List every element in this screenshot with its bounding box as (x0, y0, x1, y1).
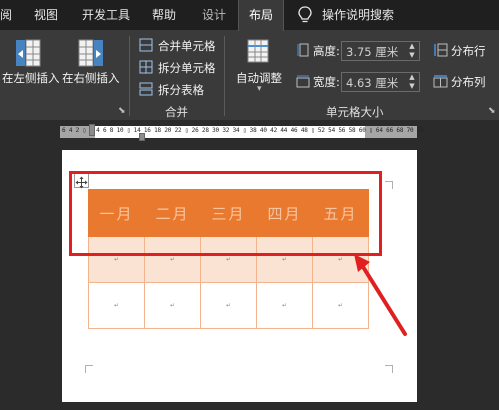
merge-cells-icon (139, 38, 153, 52)
split-table-button[interactable]: 拆分表格 (158, 82, 204, 98)
distribute-columns-icon (433, 75, 448, 88)
split-table-icon (139, 82, 153, 96)
width-label: 宽度: (313, 75, 340, 89)
margin-corner-mark (85, 365, 93, 373)
tab-view[interactable]: 视图 (34, 0, 58, 31)
merge-group-label: 合并 (165, 105, 188, 119)
height-stepper[interactable]: 3.75 厘米 ▲ ▼ (341, 41, 420, 61)
tell-me-search[interactable]: 操作说明搜索 (322, 0, 394, 31)
tab-help[interactable]: 帮助 (152, 0, 176, 31)
table-row[interactable]: ↵ ↵ ↵ ↵ ↵ (88, 282, 369, 329)
height-value[interactable]: 3.75 厘米 (346, 44, 398, 60)
dialog-launcher-icon[interactable]: ⬊ (488, 106, 496, 116)
cell-size-group-label: 单元格大小 (326, 105, 384, 119)
spin-down-icon[interactable]: ▼ (407, 51, 417, 60)
distribute-columns-button[interactable]: 分布列 (451, 74, 486, 90)
table-cell[interactable]: ↵ (256, 282, 313, 329)
tab-design[interactable]: 设计 (202, 0, 226, 31)
insert-left-button[interactable]: 在左侧插入 (2, 70, 60, 86)
dialog-launcher-icon[interactable]: ⬊ (118, 106, 126, 116)
insert-right-button[interactable]: 在右侧插入 (62, 70, 120, 86)
distribute-rows-icon (434, 43, 448, 57)
table-cell[interactable]: ↵ (144, 282, 201, 329)
merge-cells-button[interactable]: 合并单元格 (158, 38, 216, 54)
autofit-icon (247, 39, 269, 63)
tab-developer[interactable]: 开发工具 (82, 0, 130, 31)
table-cell[interactable]: ↵ (88, 282, 145, 329)
width-stepper[interactable]: 4.63 厘米 ▲ ▼ (341, 72, 420, 92)
chevron-down-icon[interactable]: ▾ (257, 84, 262, 94)
tab-review[interactable]: 阅 (0, 0, 12, 31)
insert-right-icon (78, 39, 103, 67)
tab-layout[interactable]: 布局 (238, 0, 284, 31)
group-divider (224, 36, 225, 116)
margin-corner-mark (385, 181, 393, 189)
lightbulb-icon[interactable] (296, 5, 314, 25)
spin-up-icon[interactable]: ▲ (407, 73, 417, 82)
height-label: 高度: (313, 44, 340, 58)
column-width-icon (296, 75, 310, 88)
ribbon-tab-bar: 阅 视图 开发工具 帮助 设计 布局 操作说明搜索 (0, 0, 499, 31)
annotation-arrow (354, 254, 407, 336)
split-cells-button[interactable]: 拆分单元格 (158, 60, 216, 76)
spin-down-icon[interactable]: ▼ (407, 82, 417, 91)
row-height-icon (297, 43, 309, 57)
table-cell[interactable]: ↵ (200, 282, 257, 329)
margin-corner-mark (385, 365, 393, 373)
split-cells-icon (139, 60, 153, 74)
insert-left-icon (16, 39, 41, 67)
ruler-indent-marker[interactable] (89, 124, 95, 136)
highlight-box (69, 171, 382, 256)
distribute-rows-button[interactable]: 分布行 (451, 43, 486, 59)
status-strip (0, 402, 499, 410)
group-divider (129, 36, 130, 116)
ruler-column-marker[interactable] (139, 133, 145, 141)
width-value[interactable]: 4.63 厘米 (346, 75, 398, 91)
spin-up-icon[interactable]: ▲ (407, 42, 417, 51)
ruler-numbers: 6 4 2 ▯ 2 4 6 8 10 ▯ 14 16 18 20 22 ▯ 26… (62, 127, 424, 134)
